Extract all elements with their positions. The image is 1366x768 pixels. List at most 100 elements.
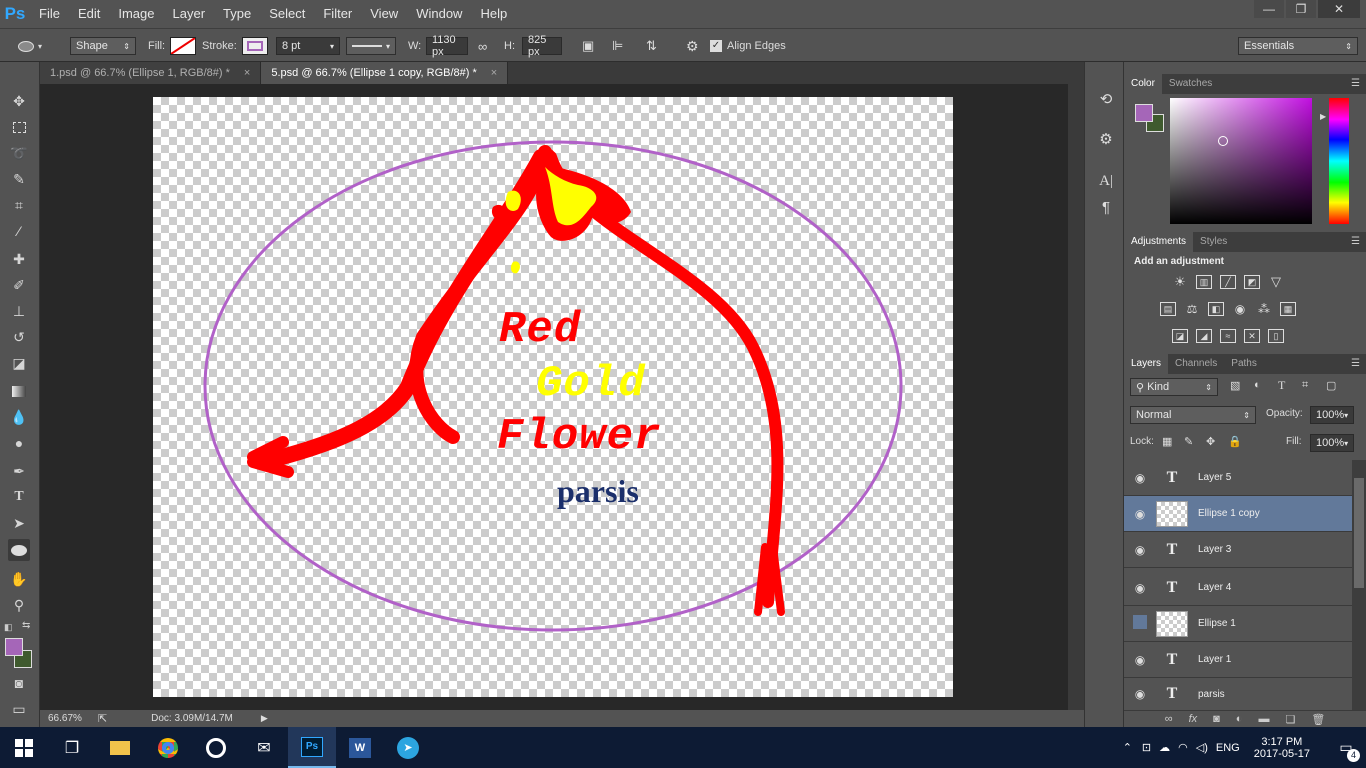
stroke-type-select[interactable]: ▾ (346, 37, 396, 55)
stroke-size-input[interactable]: 8 pt ▾ (276, 37, 340, 55)
exposure-icon[interactable]: ◩ (1244, 275, 1260, 289)
layer-row[interactable]: ◉ Ellipse 1 copy (1124, 496, 1352, 532)
crop-tool-icon[interactable]: ⌗ (8, 194, 30, 216)
eye-icon[interactable]: ◉ (1124, 471, 1156, 485)
photo-filter-icon[interactable]: ◉ (1232, 302, 1248, 316)
network-icon[interactable]: ⊡ (1142, 741, 1151, 754)
eye-icon[interactable]: ◉ (1124, 507, 1156, 521)
eye-icon[interactable]: ◉ (1124, 653, 1156, 667)
stroke-swatch[interactable] (242, 37, 268, 55)
history-panel-icon[interactable]: ⟲ (1095, 88, 1117, 110)
gear-icon[interactable]: ⚙ (686, 37, 699, 55)
zoom-tool-icon[interactable]: ⚲ (8, 594, 30, 616)
default-colors-icon[interactable]: ◧ (4, 622, 13, 633)
menu-select[interactable]: Select (260, 0, 314, 28)
path-arrangement-icon[interactable]: ⇅ (646, 37, 657, 55)
tab-adjustments[interactable]: Adjustments (1124, 232, 1194, 252)
workspace-select[interactable]: Essentials ⇕ (1238, 37, 1358, 55)
menu-filter[interactable]: Filter (314, 0, 361, 28)
tab-swatches[interactable]: Swatches (1162, 74, 1219, 94)
curves-icon[interactable]: ╱ (1220, 275, 1236, 289)
language-indicator[interactable]: ENG (1216, 742, 1240, 754)
taskbar-photoshop[interactable]: Ps (288, 727, 336, 768)
eyedropper-tool-icon[interactable]: ⁄ (8, 220, 30, 242)
onedrive-icon[interactable]: ☁ (1159, 741, 1170, 754)
panel-menu-icon[interactable]: ☰ (1351, 78, 1360, 89)
history-brush-tool-icon[interactable]: ↺ (8, 326, 30, 348)
gradient-map-icon[interactable]: ▯ (1268, 329, 1284, 343)
type-tool-icon[interactable]: T (8, 486, 30, 508)
lock-all-icon[interactable]: 🔒 (1228, 435, 1242, 448)
volume-icon[interactable]: ◁) (1196, 741, 1208, 754)
menu-layer[interactable]: Layer (164, 0, 215, 28)
screen-mode-icon[interactable]: ▭ (8, 698, 30, 720)
pen-tool-icon[interactable]: ✒ (8, 460, 30, 482)
filter-pixel-icon[interactable]: ▧ (1230, 379, 1240, 392)
taskbar-file-explorer[interactable] (96, 727, 144, 768)
color-panel-foreground-swatch[interactable] (1135, 104, 1153, 122)
healing-brush-tool-icon[interactable]: ✚ (8, 248, 30, 270)
filter-shape-icon[interactable]: ⌗ (1302, 379, 1308, 392)
invert-icon[interactable]: ◪ (1172, 329, 1188, 343)
eraser-tool-icon[interactable]: ◪ (8, 352, 30, 374)
align-edges-checkbox[interactable]: ✓ Align Edges (710, 37, 786, 55)
new-layer-icon[interactable]: ❏ (1285, 713, 1295, 726)
taskbar-mail[interactable]: ✉ (240, 727, 288, 768)
path-alignment-icon[interactable]: ⊫ (612, 37, 623, 55)
taskbar-chrome[interactable] (144, 727, 192, 768)
task-view-button[interactable]: ❐ (48, 727, 96, 768)
hue-slider-handle-icon[interactable]: ▶ (1320, 112, 1326, 121)
hue-slider[interactable] (1329, 98, 1349, 224)
taskbar-telegram[interactable]: ➤ (384, 727, 432, 768)
link-icon[interactable]: ∞ (478, 37, 487, 55)
character-panel-icon[interactable]: A| (1095, 170, 1117, 192)
foreground-color-swatch[interactable] (5, 638, 23, 656)
folder-icon[interactable]: ▬ (1258, 713, 1269, 725)
lock-pixels-icon[interactable]: ✎ (1184, 435, 1193, 448)
brush-tool-icon[interactable]: ✐ (8, 274, 30, 296)
link-icon[interactable]: ∞ (1165, 713, 1173, 725)
fx-icon[interactable]: fx (1189, 713, 1198, 725)
blend-mode-select[interactable]: Normal ⇕ (1130, 406, 1256, 424)
properties-panel-icon[interactable]: ⚙ (1095, 128, 1117, 150)
menu-file[interactable]: File (30, 0, 69, 28)
mask-icon[interactable]: ◙ (1213, 713, 1220, 725)
taskbar-word[interactable]: W (336, 727, 384, 768)
color-picker-field[interactable] (1170, 98, 1312, 224)
dodge-tool-icon[interactable]: ● (8, 432, 30, 454)
lock-transparency-icon[interactable]: ▦ (1162, 435, 1172, 448)
tool-preset-picker[interactable]: ▾ (18, 37, 42, 55)
hidden-visibility-box[interactable] (1124, 615, 1156, 632)
clone-stamp-tool-icon[interactable]: ⊥ (8, 300, 30, 322)
menu-type[interactable]: Type (214, 0, 260, 28)
layers-scrollbar[interactable] (1352, 460, 1366, 710)
threshold-icon[interactable]: ≈ (1220, 329, 1236, 343)
canvas-scrollbar[interactable] (1068, 84, 1084, 710)
taskbar-app-circle[interactable] (192, 727, 240, 768)
tab-color[interactable]: Color (1124, 74, 1162, 94)
menu-window[interactable]: Window (407, 0, 471, 28)
zoom-level[interactable]: 66.67% (48, 713, 82, 724)
menu-edit[interactable]: Edit (69, 0, 109, 28)
export-icon[interactable]: ⇱ (98, 712, 107, 725)
panel-menu-icon[interactable]: ☰ (1351, 236, 1360, 247)
lock-position-icon[interactable]: ✥ (1206, 435, 1215, 448)
minimize-button[interactable]: — (1254, 0, 1284, 18)
layer-kind-filter[interactable]: ⚲ Kind ⇕ (1130, 378, 1218, 396)
black-white-icon[interactable]: ◧ (1208, 302, 1224, 316)
close-button[interactable]: ✕ (1318, 0, 1360, 18)
mode-select[interactable]: Shape ⇕ (70, 37, 136, 55)
layer-row[interactable]: ◉ T Layer 1 (1124, 642, 1352, 678)
channel-mixer-icon[interactable]: ⁂ (1256, 302, 1272, 316)
tab-styles[interactable]: Styles (1193, 232, 1234, 252)
swap-colors-icon[interactable]: ⇆ (22, 620, 30, 631)
eye-icon[interactable]: ◉ (1124, 687, 1156, 701)
document-canvas[interactable]: Red Gold Flower parsis (153, 97, 953, 697)
filter-adjustment-icon[interactable]: ◐ (1254, 379, 1261, 391)
filter-type-icon[interactable]: T (1278, 378, 1285, 393)
path-selection-tool-icon[interactable]: ➤ (8, 512, 30, 534)
eye-icon[interactable]: ◉ (1124, 543, 1156, 557)
menu-help[interactable]: Help (471, 0, 516, 28)
width-input[interactable]: 1130 px (426, 34, 468, 58)
layer-row[interactable]: ◉ T parsis (1124, 678, 1352, 710)
